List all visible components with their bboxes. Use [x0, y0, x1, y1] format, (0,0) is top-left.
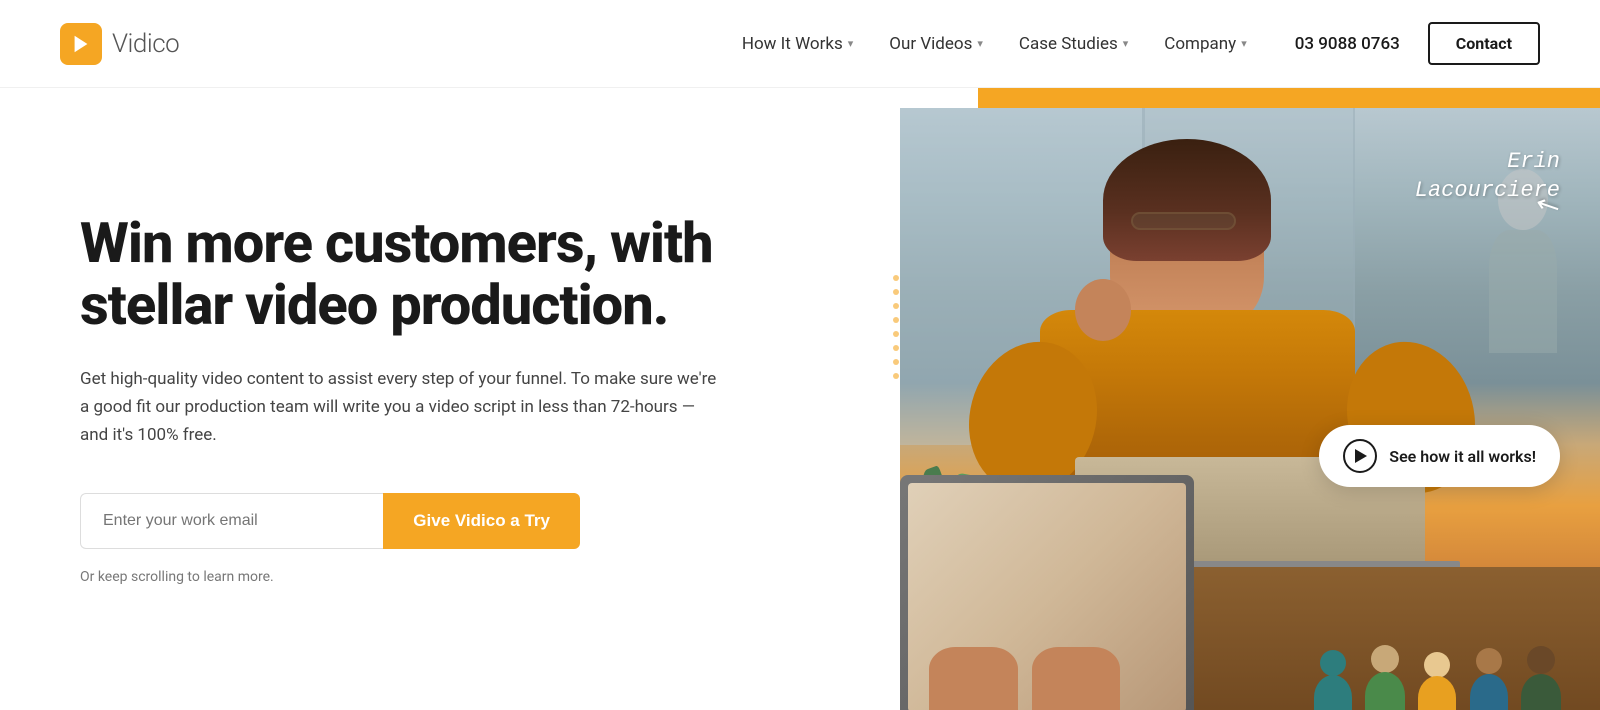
- logo-icon: [60, 23, 102, 65]
- logo-text: Vidico: [112, 29, 179, 59]
- scroll-hint: Or keep scrolling to learn more.: [80, 569, 800, 585]
- hero-title: Win more customers, with stellar video p…: [80, 213, 800, 336]
- play-icon: [1343, 439, 1377, 473]
- nav-item-how-it-works[interactable]: How It Works ▾: [742, 34, 853, 54]
- hero-content: Win more customers, with stellar video p…: [0, 88, 880, 710]
- hero-image-area: Erin Lacourciere ↙: [880, 88, 1600, 710]
- chevron-down-icon: ▾: [1123, 37, 1129, 50]
- person-name-label: Erin Lacourciere ↙: [1415, 148, 1560, 243]
- hero-photo: Erin Lacourciere ↙: [900, 108, 1600, 710]
- hero-description: Get high-quality video content to assist…: [80, 365, 720, 449]
- nav-item-case-studies[interactable]: Case Studies ▾: [1019, 34, 1128, 54]
- navbar: Vidico How It Works ▾ Our Videos ▾ Case …: [0, 0, 1600, 88]
- chevron-down-icon: ▾: [1241, 37, 1247, 50]
- hero-section: Win more customers, with stellar video p…: [0, 88, 1600, 710]
- see-how-button[interactable]: See how it all works!: [1319, 425, 1560, 487]
- phone-number: 03 9088 0763: [1295, 34, 1400, 54]
- nav-menu: How It Works ▾ Our Videos ▾ Case Studies…: [742, 34, 1247, 54]
- nav-item-company[interactable]: Company ▾: [1164, 34, 1246, 54]
- chevron-down-icon: ▾: [977, 37, 983, 50]
- email-input[interactable]: [80, 493, 383, 549]
- contact-button[interactable]: Contact: [1428, 22, 1540, 65]
- see-how-label: See how it all works!: [1389, 447, 1536, 466]
- chevron-down-icon: ▾: [848, 37, 854, 50]
- nav-item-our-videos[interactable]: Our Videos ▾: [889, 34, 983, 54]
- logo-link[interactable]: Vidico: [60, 23, 179, 65]
- play-logo-icon: [70, 33, 92, 55]
- cta-button[interactable]: Give Vidico a Try: [383, 493, 580, 549]
- email-form: Give Vidico a Try: [80, 493, 580, 549]
